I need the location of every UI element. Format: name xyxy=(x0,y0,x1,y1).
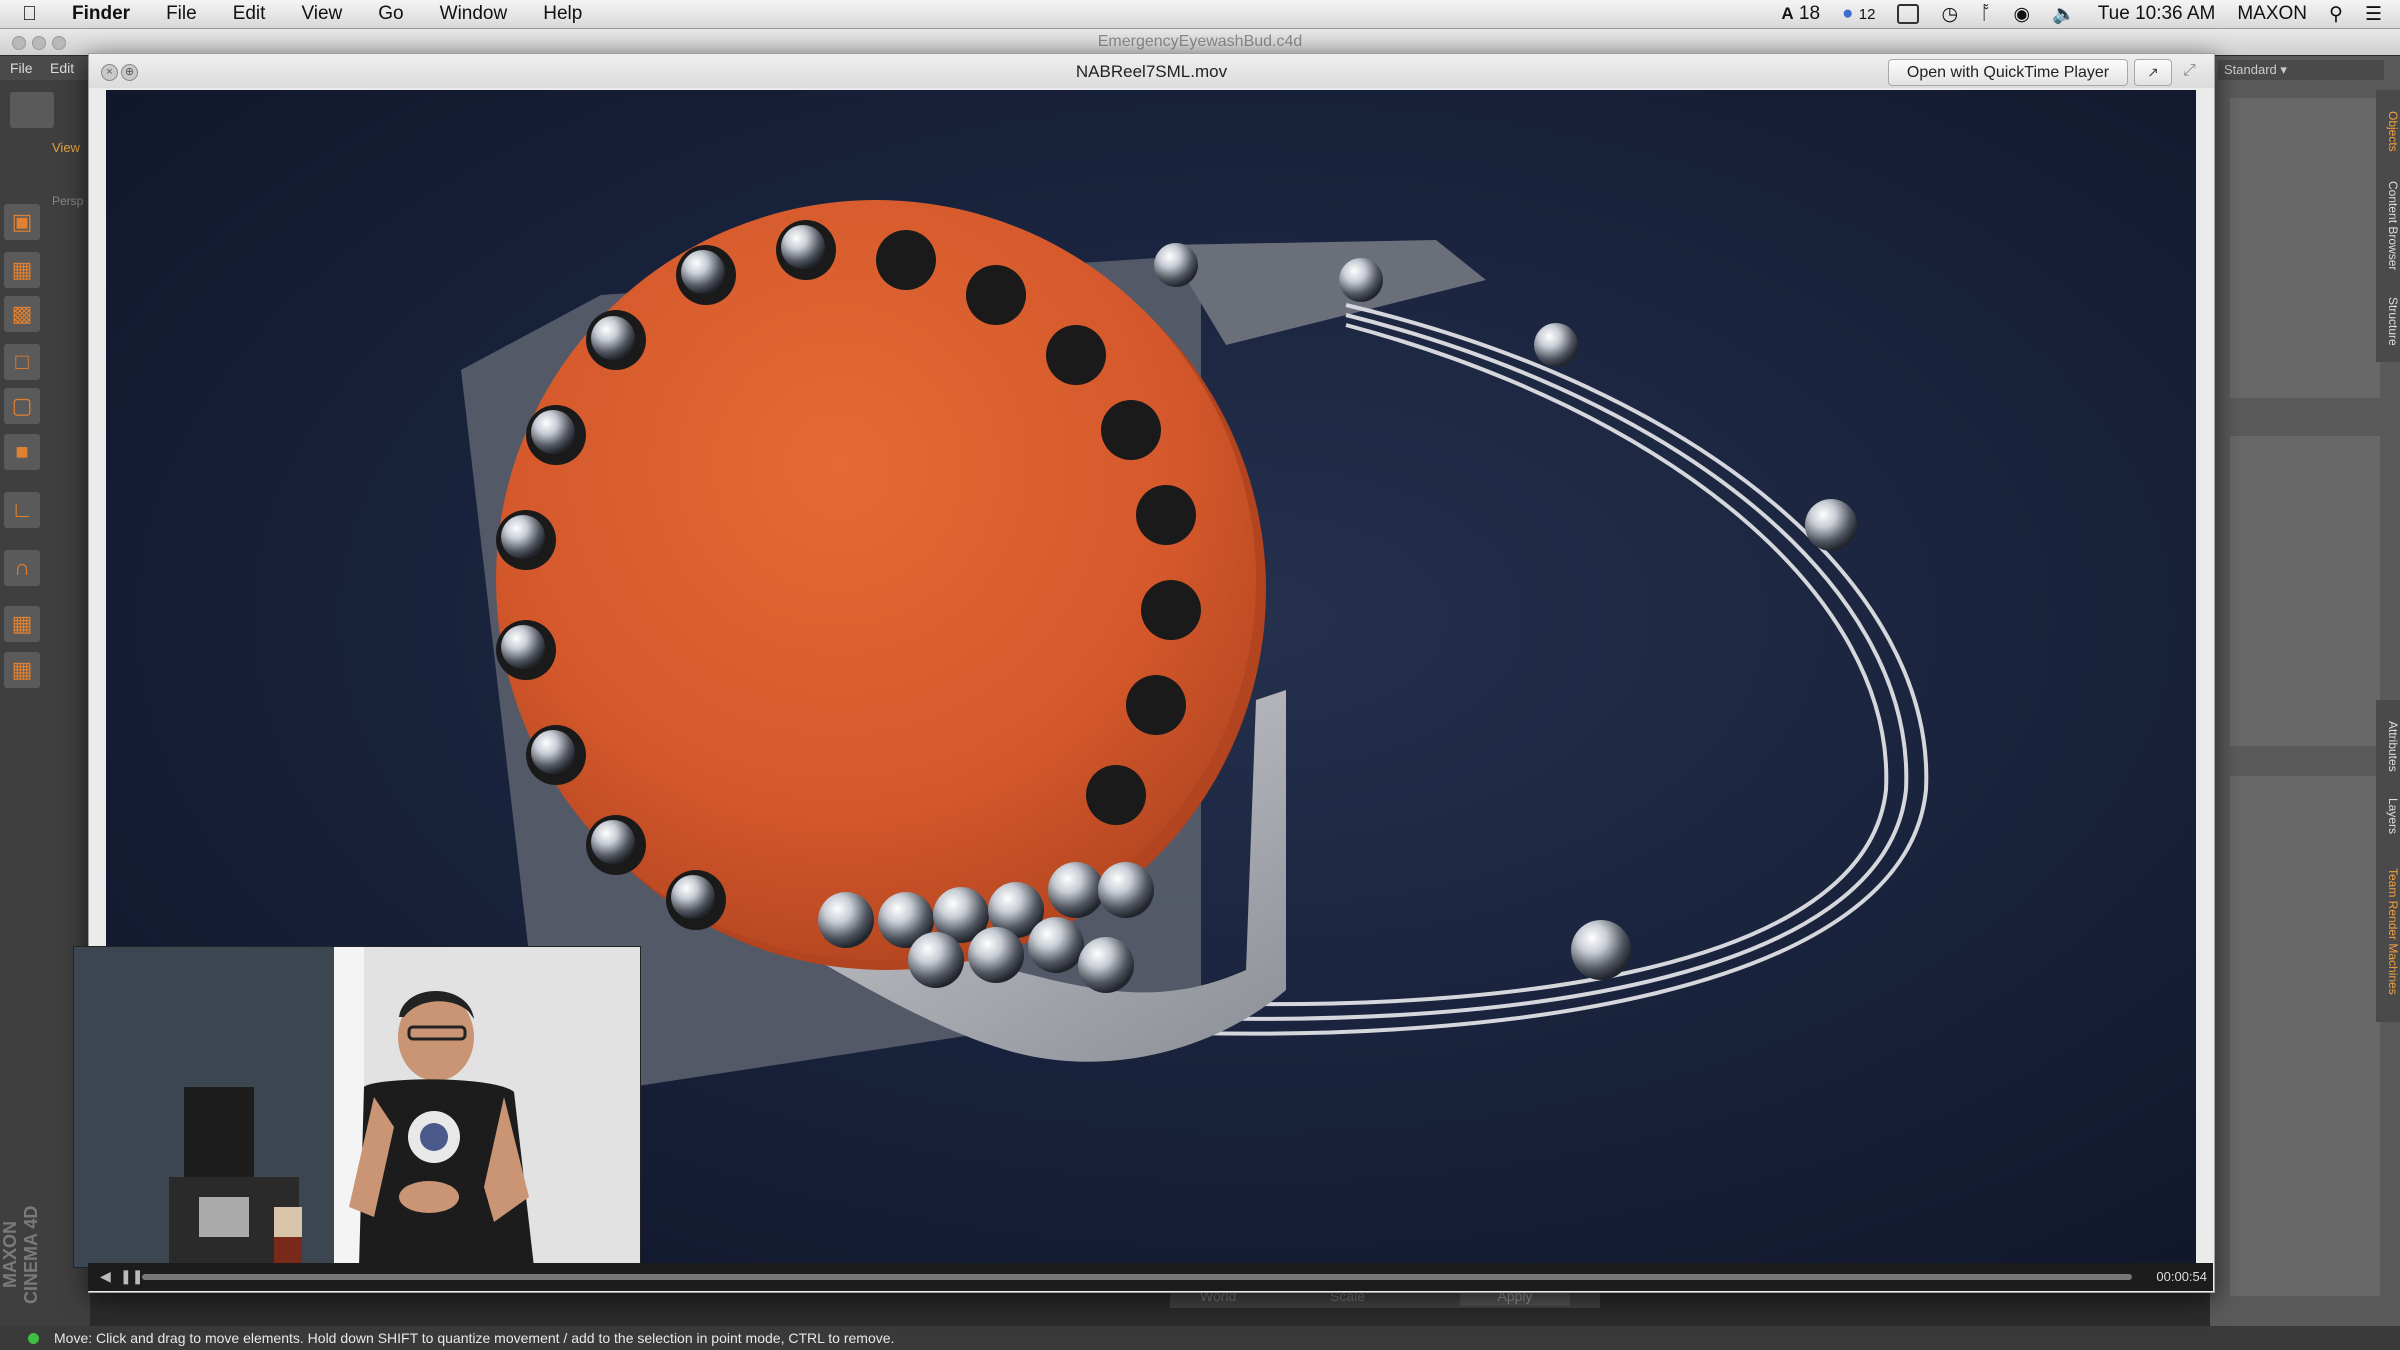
bluetooth-icon[interactable]: ᚩ xyxy=(1980,3,1991,25)
mac-menubar:  Finder File Edit View Go Window Help A… xyxy=(0,0,2400,29)
edges-mode-icon[interactable]: ▢ xyxy=(4,388,40,424)
spotlight-search-icon[interactable]: ⚲ xyxy=(2329,3,2343,26)
lock-workplane-icon[interactable]: ▦ xyxy=(4,652,40,688)
c4d-zoom-button[interactable] xyxy=(52,36,66,50)
volume-icon[interactable]: ◀ xyxy=(100,1268,111,1285)
c4d-menubar: File Edit xyxy=(0,56,90,80)
c4d-window-titlebar: EmergencyEyewashBud.c4d xyxy=(0,29,2400,55)
cc-count: 12 xyxy=(1858,6,1876,23)
axis-tool-icon[interactable]: ∟ xyxy=(4,492,40,528)
menubar-clock[interactable]: Tue 10:36 AM xyxy=(2098,3,2216,25)
c4d-right-panel: Standard ▾ xyxy=(2210,56,2400,1326)
cube-tool-icon[interactable]: ▣ xyxy=(4,204,40,240)
snap-magnet-icon[interactable]: ∩ xyxy=(4,550,40,586)
pause-icon[interactable]: ❚❚ xyxy=(120,1268,143,1285)
playback-scrubber[interactable] xyxy=(142,1274,2132,1280)
checker-tool-icon[interactable]: ▦ xyxy=(4,252,40,288)
c4d-status-bar: Move: Click and drag to move elements. H… xyxy=(0,1326,2400,1350)
c4d-menu-edit[interactable]: Edit xyxy=(50,60,74,76)
playback-timecode: 00:00:54 xyxy=(2156,1269,2207,1284)
apple-icon[interactable]:  xyxy=(22,3,52,26)
c4d-window-title: EmergencyEyewashBud.c4d xyxy=(1097,33,1303,50)
tab-layers[interactable]: Layers xyxy=(2376,785,2400,847)
presenter-scene xyxy=(74,947,640,1267)
menu-app-finder[interactable]: Finder xyxy=(72,3,130,25)
adobe-count: 18 xyxy=(1798,3,1821,24)
tab-structure[interactable]: Structure xyxy=(2376,280,2400,362)
quicklook-titlebar: × ⊕ NABReel7SML.mov Open with QuickTime … xyxy=(89,54,2214,88)
menubar-user[interactable]: MAXON xyxy=(2237,3,2307,25)
share-icon[interactable]: ↗ xyxy=(2134,59,2172,86)
c4d-viewport-tab[interactable]: View xyxy=(52,140,80,155)
menu-edit[interactable]: Edit xyxy=(233,3,266,25)
tab-objects[interactable]: Objects xyxy=(2376,90,2400,172)
layout-dropdown-value: Standard xyxy=(2224,62,2277,77)
status-indicator-icon xyxy=(28,1333,39,1344)
menubar-status-area: A 18 ● 12 ◷ ᚩ ◉ 🔈 Tue 10:36 AM MAXON ⚲ ☰ xyxy=(1781,0,2382,28)
open-with-quicktime-button[interactable]: Open with QuickTime Player xyxy=(1888,59,2128,86)
expand-icon[interactable]: ⤢ xyxy=(2183,62,2196,80)
tab-content-browser[interactable]: Content Browser xyxy=(2376,165,2400,287)
wifi-icon[interactable]: ◉ xyxy=(2013,3,2030,26)
notification-list-icon[interactable]: ☰ xyxy=(2365,3,2382,26)
menu-file[interactable]: File xyxy=(166,3,197,25)
menu-go[interactable]: Go xyxy=(378,3,403,25)
menu-window[interactable]: Window xyxy=(440,3,508,25)
c4d-menu-file[interactable]: File xyxy=(10,60,33,76)
c4d-viewport-label: Persp xyxy=(52,194,84,208)
quicklook-controls: ◀ ❚❚ 00:00:54 xyxy=(88,1263,2213,1291)
adobe-status-item[interactable]: A 18 xyxy=(1781,3,1820,25)
c4d-minimize-button[interactable] xyxy=(32,36,46,50)
polygons-mode-icon[interactable]: ■ xyxy=(4,434,40,470)
display-icon[interactable] xyxy=(1897,4,1920,24)
presenter-pip-video xyxy=(73,946,641,1268)
menu-help[interactable]: Help xyxy=(543,3,582,25)
workplane-icon[interactable]: ▦ xyxy=(4,606,40,642)
volume-icon[interactable]: 🔈 xyxy=(2052,2,2076,26)
c4d-close-button[interactable] xyxy=(12,36,26,50)
status-message: Move: Click and drag to move elements. H… xyxy=(54,1330,895,1346)
c4d-logo: MAXON CINEMA 4D xyxy=(0,1205,41,1305)
time-machine-icon[interactable]: ◷ xyxy=(1941,3,1958,26)
cc-status-item[interactable]: ● 12 xyxy=(1842,3,1875,25)
layout-dropdown[interactable]: Standard ▾ xyxy=(2218,60,2384,80)
tab-team-render-machines[interactable]: Team Render Machines xyxy=(2376,840,2400,1022)
menu-view[interactable]: View xyxy=(301,3,342,25)
tab-attributes[interactable]: Attributes xyxy=(2376,700,2400,792)
lower-panel xyxy=(2230,776,2380,1296)
texture-tool-icon[interactable]: ▩ xyxy=(4,296,40,332)
points-mode-icon[interactable]: □ xyxy=(4,344,40,380)
objects-panel xyxy=(2230,98,2380,398)
c4d-undo-button[interactable] xyxy=(10,92,54,128)
attributes-panel xyxy=(2230,436,2380,746)
